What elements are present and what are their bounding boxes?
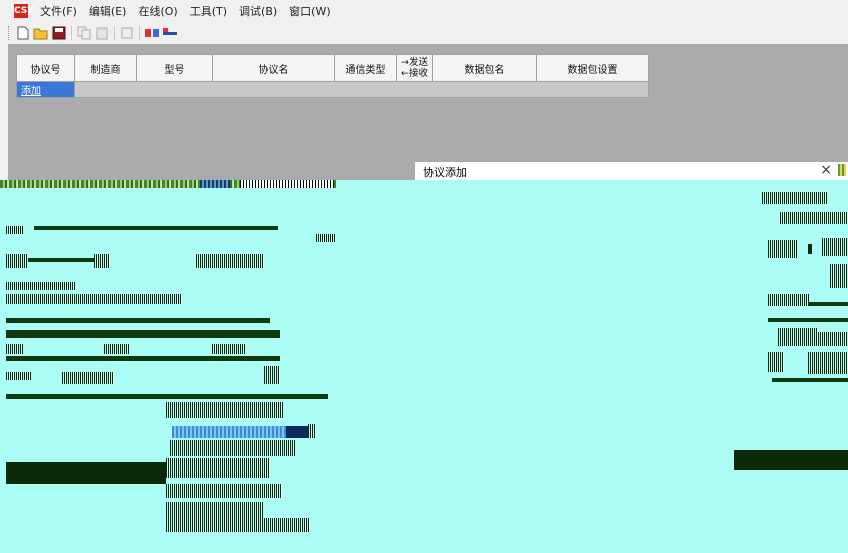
menu-tools[interactable]: 工具(T) [184, 3, 233, 19]
new-icon[interactable] [15, 25, 31, 41]
garbled-label [6, 226, 24, 234]
garbled-label [768, 240, 798, 258]
direction-send-label: →发送 [401, 57, 428, 68]
menu-edit[interactable]: 编辑(E) [83, 3, 133, 19]
garbled-list [166, 502, 264, 518]
col-model[interactable]: 型号 [136, 54, 213, 82]
garbled-label [830, 264, 848, 288]
garbled-list [166, 402, 284, 418]
cut-icon[interactable] [119, 25, 135, 41]
connect-icon[interactable] [144, 25, 160, 41]
garbled-label [762, 192, 828, 204]
garbled-label [780, 212, 848, 224]
dialog-body [0, 180, 848, 553]
protocol-grid: 协议号 制造商 型号 协议名 通信类型 →发送 ←接收 数据包名 数据包设置 添… [16, 54, 649, 98]
garbled-label [768, 352, 784, 372]
table-cell [74, 81, 649, 98]
garbled-button[interactable] [734, 450, 848, 470]
garbled-label [6, 254, 28, 268]
garbled-list [170, 440, 296, 456]
garbled-strip [200, 180, 230, 188]
garbled-field [6, 318, 270, 323]
open-folder-icon[interactable] [33, 25, 49, 41]
garbled-field [6, 394, 328, 399]
copy-icon[interactable] [76, 25, 92, 41]
garbled-label [778, 328, 818, 346]
col-packet-name[interactable]: 数据包名 [432, 54, 537, 82]
disconnect-icon[interactable] [162, 25, 178, 41]
garbled-label [6, 344, 24, 354]
paste-icon[interactable] [94, 25, 110, 41]
garbled-label [818, 332, 848, 346]
garbled-label [6, 372, 32, 380]
col-comm-type[interactable]: 通信类型 [334, 54, 397, 82]
close-icon[interactable]: × [820, 162, 832, 178]
toolbar-separator [71, 26, 72, 40]
garbled-label [264, 366, 280, 384]
resize-corner-icon [838, 164, 846, 176]
protocol-add-dialog: 协议添加 × [0, 162, 848, 553]
direction-recv-label: ←接收 [401, 68, 428, 79]
garbled-field [6, 356, 280, 361]
garbled-list [166, 484, 282, 498]
garbled-field [6, 330, 280, 338]
garbled-label [6, 294, 182, 304]
garbled-strip [240, 180, 334, 188]
menu-online[interactable]: 在线(O) [132, 3, 183, 19]
garbled-list [166, 458, 270, 478]
col-protocol-name[interactable]: 协议名 [212, 54, 335, 82]
toolbar [0, 22, 848, 45]
app-logo-icon: CSY [14, 4, 34, 18]
garbled-label [62, 372, 114, 384]
list-selected-row[interactable] [286, 426, 308, 438]
menu-bar: CSY 文件(F) 编辑(E) 在线(O) 工具(T) 调试(B) 窗口(W) [0, 0, 848, 22]
garbled-label [316, 234, 336, 242]
garbled-list [308, 424, 316, 438]
garbled-field [808, 302, 848, 306]
garbled-label [768, 294, 810, 306]
garbled-label [808, 352, 848, 374]
col-protocol-no[interactable]: 协议号 [16, 54, 75, 82]
toolbar-separator [139, 26, 140, 40]
col-packet-settings[interactable]: 数据包设置 [536, 54, 649, 82]
garbled-button[interactable] [6, 462, 166, 484]
toolbar-separator [114, 26, 115, 40]
toolbar-grip[interactable] [8, 26, 11, 40]
garbled-label [196, 254, 264, 268]
garbled-list [166, 518, 310, 532]
dialog-titlebar[interactable]: 协议添加 × [415, 162, 848, 181]
table-row[interactable]: 添加 [16, 81, 649, 98]
garbled-label [104, 344, 130, 354]
garbled-label [6, 282, 76, 290]
garbled-label [822, 238, 848, 256]
menu-window[interactable]: 窗口(W) [283, 3, 336, 19]
menu-debug[interactable]: 调试(B) [233, 3, 283, 19]
col-direction[interactable]: →发送 ←接收 [396, 54, 433, 82]
garbled-label [212, 344, 246, 354]
garbled-label [94, 254, 110, 268]
dialog-title: 协议添加 [423, 166, 467, 179]
add-row-link[interactable]: 添加 [16, 81, 75, 98]
garbled-field [34, 226, 278, 230]
garbled-field [772, 378, 848, 382]
col-manufacturer[interactable]: 制造商 [74, 54, 137, 82]
garbled-label [808, 244, 812, 254]
garbled-field [28, 258, 94, 262]
save-icon[interactable] [51, 25, 67, 41]
garbled-field [768, 318, 848, 322]
menu-file[interactable]: 文件(F) [34, 3, 83, 19]
